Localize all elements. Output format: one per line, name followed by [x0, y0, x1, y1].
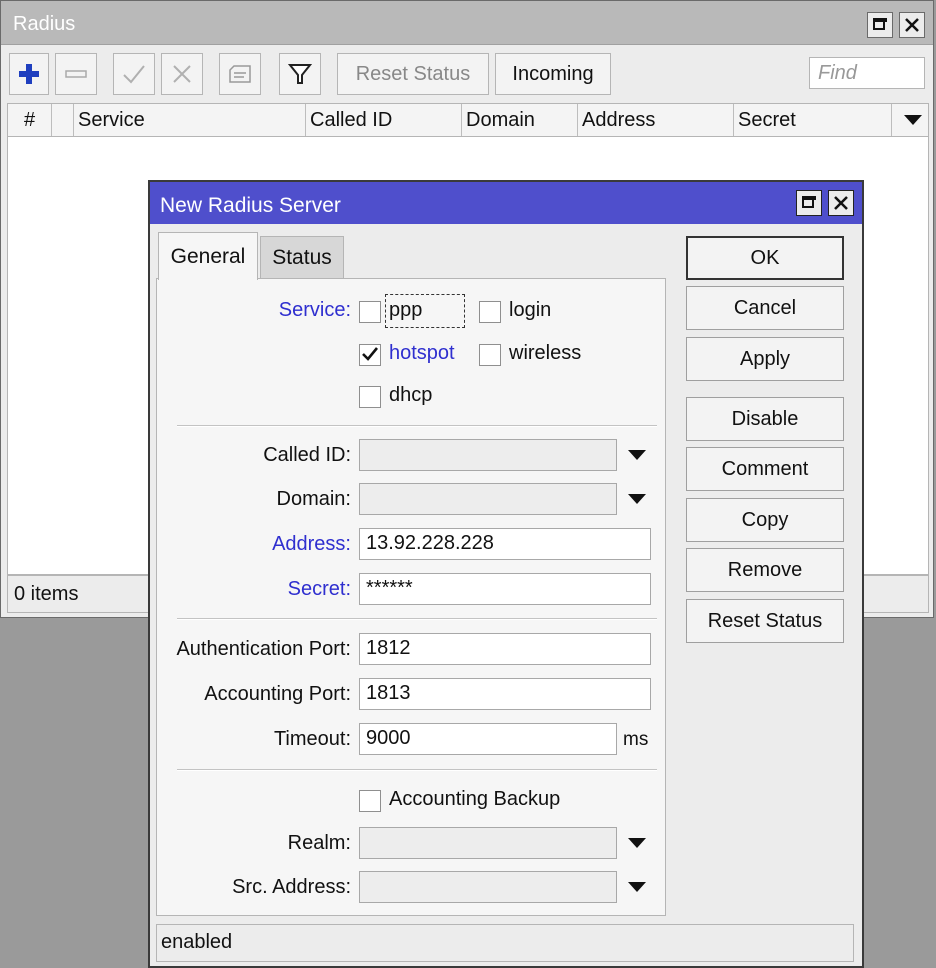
service-ppp-label[interactable]: ppp: [389, 299, 422, 322]
checkmark-icon: [362, 347, 379, 361]
service-dhcp-checkbox[interactable]: [359, 386, 381, 408]
dialog-maximize-icon[interactable]: [796, 190, 822, 216]
plus-icon: [19, 64, 39, 84]
note-icon: [229, 65, 251, 83]
check-icon: [123, 65, 145, 84]
secret-field[interactable]: ******: [359, 573, 651, 605]
dialog-status-text: enabled: [161, 931, 233, 953]
accounting-port-label: Accounting Port:: [204, 683, 351, 705]
disable-button[interactable]: [161, 53, 203, 95]
called-id-field[interactable]: [359, 439, 617, 471]
column-menu-icon[interactable]: [902, 110, 924, 130]
ok-button[interactable]: OK: [686, 236, 844, 280]
copy-button[interactable]: Copy: [686, 498, 844, 542]
comment-button[interactable]: [219, 53, 261, 95]
reset-status-button[interactable]: Reset Status: [337, 53, 489, 95]
enable-button[interactable]: [113, 53, 155, 95]
authentication-port-label: Authentication Port:: [176, 638, 351, 660]
disable-button[interactable]: Disable: [686, 397, 844, 441]
realm-label: Realm:: [287, 832, 351, 854]
minus-icon: [65, 70, 87, 78]
tab-status[interactable]: Status: [260, 236, 344, 278]
column-header-domain[interactable]: Domain: [462, 104, 578, 136]
filter-button[interactable]: [279, 53, 321, 95]
radius-window-titlebar[interactable]: Radius: [1, 1, 933, 45]
address-label: Address:: [272, 533, 351, 555]
new-radius-server-dialog: New Radius Server General Status Service…: [148, 180, 864, 968]
separator: [177, 769, 657, 771]
service-wireless-checkbox[interactable]: [479, 344, 501, 366]
dialog-titlebar[interactable]: New Radius Server: [150, 182, 862, 224]
src-address-field[interactable]: [359, 871, 617, 903]
domain-field[interactable]: [359, 483, 617, 515]
service-login-checkbox[interactable]: [479, 301, 501, 323]
dialog-status-bar: enabled: [156, 924, 854, 962]
accounting-backup-label[interactable]: Accounting Backup: [389, 788, 560, 811]
column-header-number[interactable]: #: [8, 104, 52, 136]
authentication-port-field[interactable]: 1812: [359, 633, 651, 665]
table-header: # Service Called ID Domain Address Secre…: [7, 103, 929, 137]
realm-dropdown-icon[interactable]: [627, 835, 647, 851]
service-hotspot-checkbox[interactable]: [359, 344, 381, 366]
address-field[interactable]: 13.92.228.228: [359, 528, 651, 560]
domain-label: Domain:: [276, 488, 351, 510]
tab-general[interactable]: General: [158, 232, 258, 280]
items-count: 0 items: [14, 583, 79, 605]
incoming-button[interactable]: Incoming: [495, 53, 611, 95]
accounting-backup-checkbox[interactable]: [359, 790, 381, 812]
dialog-title: New Radius Server: [160, 194, 341, 217]
service-login-label[interactable]: login: [509, 299, 551, 322]
close-icon[interactable]: [899, 12, 925, 38]
find-input[interactable]: Find: [809, 57, 925, 89]
service-wireless-label[interactable]: wireless: [509, 342, 581, 365]
called-id-dropdown-icon[interactable]: [627, 447, 647, 463]
service-ppp-checkbox[interactable]: [359, 301, 381, 323]
remove-button[interactable]: [55, 53, 97, 95]
secret-label: Secret:: [287, 578, 351, 600]
src-address-dropdown-icon[interactable]: [627, 879, 647, 895]
separator: [177, 425, 657, 427]
reset-status-button[interactable]: Reset Status: [686, 599, 844, 643]
column-header-address[interactable]: Address: [578, 104, 734, 136]
src-address-label: Src. Address:: [232, 876, 351, 898]
realm-field[interactable]: [359, 827, 617, 859]
timeout-label: Timeout:: [273, 728, 351, 750]
add-button[interactable]: [9, 53, 49, 95]
column-header-service[interactable]: Service: [74, 104, 306, 136]
cross-icon: [173, 65, 191, 83]
column-header-flags[interactable]: [52, 104, 74, 136]
service-label: Service:: [278, 299, 351, 321]
radius-window-title: Radius: [13, 13, 76, 35]
remove-button[interactable]: Remove: [686, 548, 844, 592]
timeout-unit: ms: [623, 729, 649, 750]
domain-dropdown-icon[interactable]: [627, 491, 647, 507]
column-header-called-id[interactable]: Called ID: [306, 104, 462, 136]
column-header-secret[interactable]: Secret: [734, 104, 892, 136]
maximize-icon[interactable]: [867, 12, 893, 38]
filter-icon: [288, 64, 312, 84]
dialog-close-icon[interactable]: [828, 190, 854, 216]
general-panel: Service: ppp login hotspot wireless dhcp…: [156, 278, 666, 916]
separator: [177, 618, 657, 620]
service-dhcp-label[interactable]: dhcp: [389, 384, 432, 407]
cancel-button[interactable]: Cancel: [686, 286, 844, 330]
apply-button[interactable]: Apply: [686, 337, 844, 381]
accounting-port-field[interactable]: 1813: [359, 678, 651, 710]
called-id-label: Called ID:: [263, 444, 351, 466]
service-hotspot-label[interactable]: hotspot: [389, 342, 455, 365]
comment-button[interactable]: Comment: [686, 447, 844, 491]
timeout-field[interactable]: 9000: [359, 723, 617, 755]
